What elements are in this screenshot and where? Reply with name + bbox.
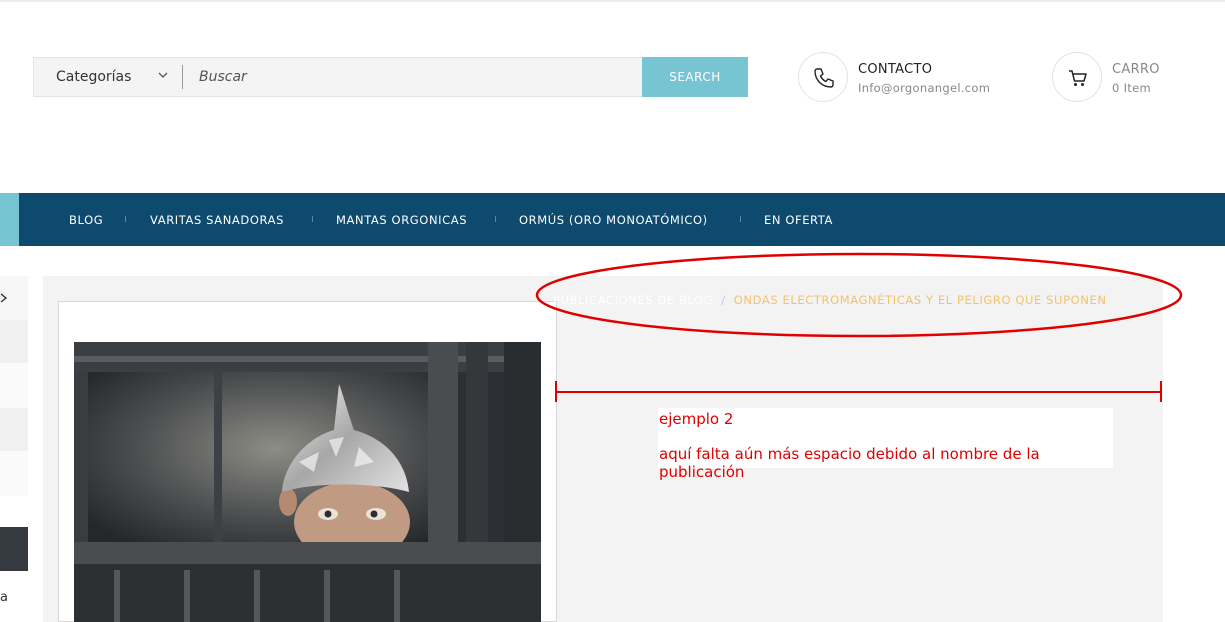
chevron-down-icon	[158, 71, 168, 82]
nav-item-blog[interactable]: BLOG	[69, 213, 103, 227]
breadcrumb-separator: /	[721, 293, 726, 307]
breadcrumb-home-link[interactable]: PUBLICACIONES DE BLOG	[553, 293, 713, 307]
nav-divider	[125, 216, 126, 222]
category-select-label: Categorías	[56, 69, 132, 85]
annotation-line-2: aquí falta aún más espacio debido al nom…	[659, 445, 1040, 481]
contact-title: CONTACTO	[858, 62, 933, 77]
sidebar-item[interactable]	[0, 363, 28, 408]
nav-divider	[740, 216, 741, 222]
top-border	[0, 0, 1225, 2]
contact-icon-circle[interactable]	[798, 52, 848, 102]
nav-item-ormus[interactable]: ORMÚS (ORO MONOATÓMICO)	[519, 213, 708, 227]
post-image[interactable]	[74, 342, 541, 622]
sidebar-item[interactable]	[0, 451, 28, 496]
search-bar: Categorías SEARCH	[33, 57, 748, 97]
chevron-right-icon[interactable]	[0, 291, 8, 306]
nav-divider	[495, 216, 496, 222]
contact-email[interactable]: Info@orgonangel.com	[858, 81, 990, 95]
phone-icon	[814, 68, 834, 88]
sidebar-item[interactable]	[0, 320, 28, 363]
cart-title: CARRO	[1112, 62, 1160, 77]
nav-accent[interactable]	[0, 193, 19, 246]
cart-count[interactable]: 0 Item	[1112, 81, 1151, 95]
nav-item-varitas[interactable]: VARITAS SANADORAS	[150, 213, 284, 227]
breadcrumb-current: ONDAS ELECTROMAGNÉTICAS Y EL PELIGRO QUE…	[733, 293, 1107, 307]
sidebar-dark-block[interactable]	[0, 527, 28, 571]
search-input[interactable]	[184, 58, 642, 96]
breadcrumb: PUBLICACIONES DE BLOG / ONDAS ELECTROMAGNÉ…	[553, 293, 1107, 307]
search-button[interactable]: SEARCH	[642, 57, 748, 97]
annotation-note: ejemplo 2 aquí falta aún más espacio deb…	[658, 408, 1113, 481]
category-select[interactable]: Categorías	[34, 58, 182, 96]
sidebar-categories	[0, 276, 28, 496]
divider	[182, 65, 183, 89]
sidebar-partial-text: a	[0, 590, 8, 605]
nav-item-oferta[interactable]: EN OFERTA	[764, 213, 833, 227]
nav-item-mantas[interactable]: MANTAS ORGONICAS	[336, 213, 467, 227]
nav-divider	[312, 216, 313, 222]
cart-icon	[1069, 70, 1087, 86]
main-nav: BLOG VARITAS SANADORAS MANTAS ORGONICAS …	[0, 193, 1225, 246]
annotation-line-1: ejemplo 2	[659, 410, 734, 428]
cart-icon-circle[interactable]	[1052, 52, 1102, 102]
sidebar-item[interactable]	[0, 408, 28, 451]
